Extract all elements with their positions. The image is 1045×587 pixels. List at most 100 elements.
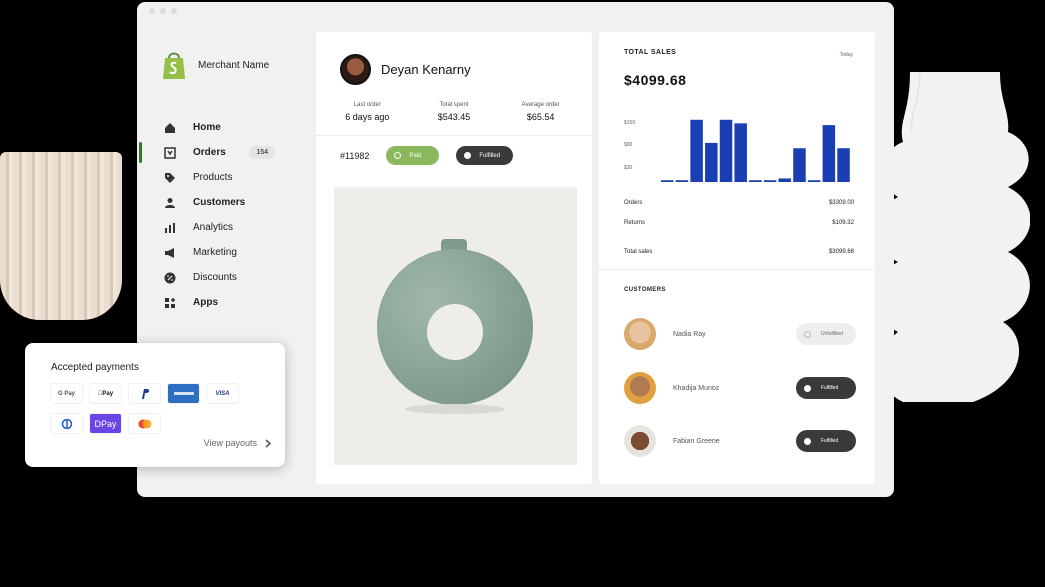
sidebar-item-marketing[interactable]: Marketing [137, 240, 307, 265]
total-sales-title: TOTAL SALES [624, 49, 677, 56]
orders-count-badge: 154 [249, 146, 275, 159]
order-row: #11982 Paid Fulfilled [340, 146, 514, 165]
sidebar-item-label: Orders [193, 147, 226, 158]
sidebar-item-products[interactable]: Products [137, 165, 307, 190]
divider [316, 135, 592, 136]
fulfilled-label: Fulfilled [479, 152, 501, 159]
visa-icon: VISA [207, 384, 238, 403]
orders-icon [164, 146, 176, 159]
merchant-name: Merchant Name [198, 59, 270, 71]
chart-bar[interactable] [793, 148, 806, 182]
product-image[interactable] [334, 187, 577, 465]
order-id[interactable]: #11982 [340, 151, 369, 161]
paypal-logo-icon [141, 388, 149, 399]
donut-vase-image [377, 239, 533, 414]
avatar [624, 318, 656, 350]
chart-bar[interactable] [675, 180, 689, 182]
tag-icon [165, 172, 175, 183]
sidebar-item-label: Products [193, 172, 233, 183]
y-tick-label: $90 [624, 142, 633, 148]
view-payouts-label: View payouts [203, 438, 257, 448]
chart-bar[interactable] [690, 119, 703, 182]
brand[interactable]: Merchant Name [161, 50, 269, 80]
total-sales-amount: $4099.68 [624, 72, 687, 88]
discount-icon [164, 272, 176, 283]
status-dot-icon [804, 384, 811, 392]
apple-pay-icon: Pay [90, 384, 121, 403]
status-label: Unfulfilled [821, 331, 843, 337]
chart-bar[interactable] [807, 180, 821, 182]
fulfilled-status-pill[interactable]: Fulfilled [456, 146, 514, 165]
customer-row[interactable]: Nadia Ray Unfulfilled [624, 318, 856, 350]
stat-value: $65.54 [526, 112, 555, 122]
chart-bar[interactable] [705, 142, 718, 182]
avatar[interactable] [340, 54, 371, 85]
orders-label: Orders [624, 200, 643, 206]
mastercard-logo-icon [138, 419, 151, 428]
unfulfilled-status-pill[interactable]: Unfulfilled [796, 323, 856, 345]
apps-icon [165, 297, 175, 308]
status-dot-icon [464, 152, 472, 159]
avatar [624, 425, 656, 457]
stat-label: Average order [521, 102, 560, 108]
payment-row: G Pay Pay VISA [51, 384, 251, 403]
google-pay-icon: G Pay [51, 384, 82, 403]
chart-bar[interactable] [763, 180, 777, 182]
chart-bar[interactable] [661, 180, 674, 182]
shopify-bag-icon [163, 52, 185, 79]
accepted-payments-card: Accepted payments G Pay Pay VISA D [25, 343, 285, 467]
returns-value: $109.32 [832, 220, 854, 226]
sidebar-item-label: Home [193, 122, 221, 133]
divider [599, 269, 875, 270]
chart-bar[interactable] [719, 119, 733, 182]
returns-row: Returns $109.32 [624, 220, 854, 226]
stat-label: Total spent [439, 102, 469, 108]
view-payouts-link[interactable]: View payouts [204, 438, 271, 448]
paid-status-pill[interactable]: Paid [386, 146, 440, 165]
paypal-icon [129, 384, 160, 403]
customer-row[interactable]: Khadija Munoz Fulfilled [624, 372, 856, 404]
customer-row[interactable]: Fabian Greene Fulfilled [624, 425, 856, 457]
sidebar-item-apps[interactable]: Apps [137, 290, 307, 315]
sidebar-item-label: Analytics [193, 222, 234, 233]
sales-bar-chart: $150 $90 $30 [624, 119, 850, 182]
orders-row: Orders $3309.00 [624, 200, 854, 206]
megaphone-icon [165, 247, 174, 258]
chart-bar[interactable] [822, 125, 836, 182]
sidebar-item-customers[interactable]: Customers [137, 190, 307, 215]
status-label: Fulfilled [821, 385, 839, 391]
diners-club-icon [51, 414, 82, 433]
fulfilled-status-pill[interactable]: Fulfilled [796, 377, 856, 399]
chart-bar[interactable] [734, 123, 747, 182]
total-row: Total sales $3099.68 [624, 249, 854, 255]
sidebar-item-label: Marketing [193, 247, 237, 258]
sidebar-item-discounts[interactable]: Discounts [137, 265, 307, 290]
sidebar-item-home[interactable]: Home [137, 115, 307, 140]
mastercard-icon [129, 414, 160, 433]
stat-average-order: Average order $65.54 [501, 102, 581, 122]
y-tick-label: $30 [624, 165, 633, 171]
chart-bar[interactable] [749, 180, 762, 182]
chart-bar[interactable] [837, 148, 850, 182]
chart-bar[interactable] [778, 178, 792, 182]
check-circle-icon [394, 152, 402, 159]
returns-label: Returns [624, 220, 646, 226]
diners-logo-icon [61, 418, 72, 429]
sidebar-item-orders[interactable]: Orders 154 [137, 140, 307, 165]
stage: Merchant Name Home Orders 154 Products C… [0, 0, 1045, 587]
avatar [624, 372, 656, 404]
customer-stats: Last order 6 days ago Total spent $543.4… [316, 102, 592, 122]
sidebar-item-label: Discounts [193, 272, 237, 283]
stat-value: $543.45 [437, 112, 471, 122]
customer-row-name: Nadia Ray [673, 330, 706, 338]
sidebar-item-label: Customers [193, 197, 246, 208]
amex-logo-icon [173, 392, 194, 395]
orders-value: $3309.00 [828, 200, 854, 206]
payments-title: Accepted payments [51, 362, 139, 373]
dpay-icon: DPay [90, 414, 121, 433]
sidebar-item-analytics[interactable]: Analytics [137, 215, 307, 240]
fulfilled-status-pill[interactable]: Fulfilled [796, 430, 856, 452]
period-label[interactable]: Today [840, 52, 853, 58]
white-vase-image [880, 72, 1030, 402]
customer-order-card: Deyan Kenarny Last order 6 days ago Tota… [316, 32, 592, 484]
